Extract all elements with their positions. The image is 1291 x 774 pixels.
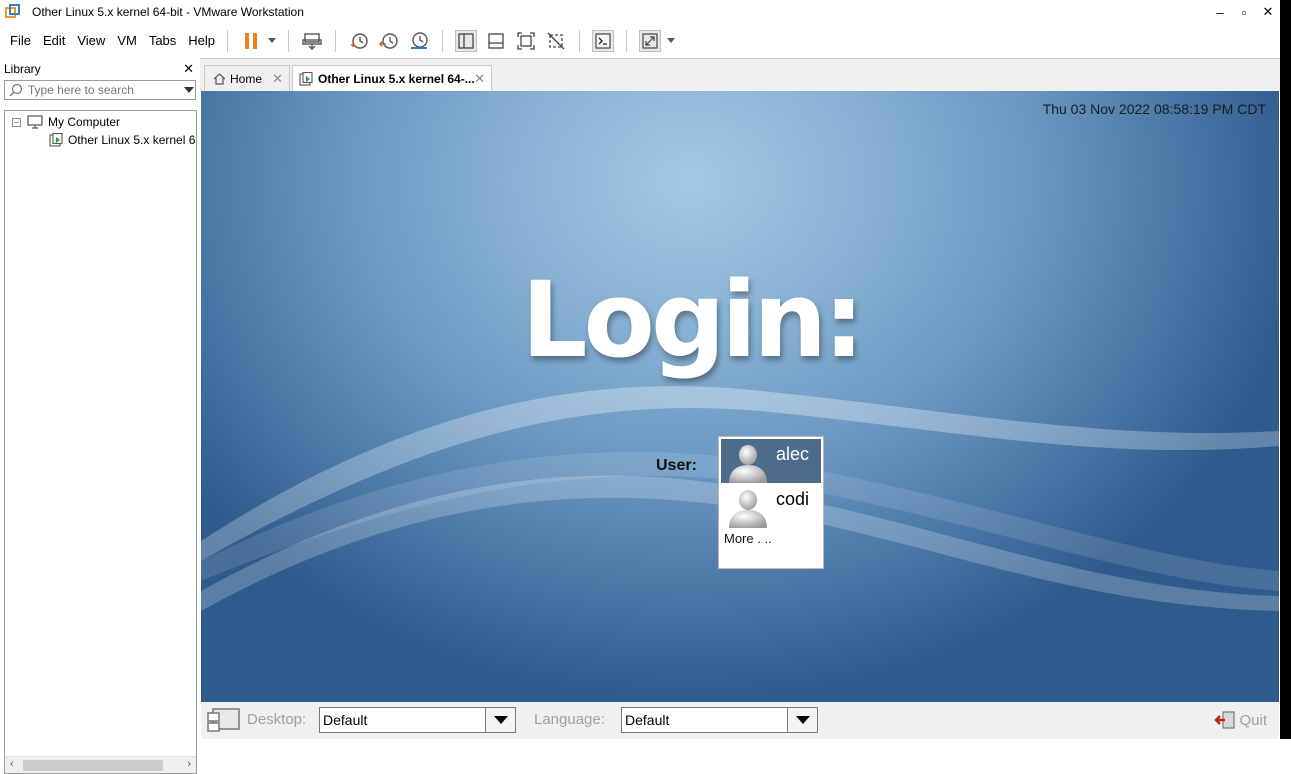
avatar-icon	[729, 445, 767, 483]
menu-file[interactable]: File	[0, 33, 37, 48]
library-search-input[interactable]	[27, 81, 183, 99]
tab-vm-label: Other Linux 5.x kernel 64-...	[318, 71, 475, 86]
user-item-codi[interactable]: codi	[721, 484, 821, 528]
computer-icon	[27, 115, 43, 129]
pause-icon[interactable]	[240, 30, 262, 52]
library-panel: Library ✕ − My Computer	[0, 58, 200, 774]
power-dropdown-icon[interactable]	[268, 38, 277, 43]
toolbar-separator	[626, 29, 628, 52]
desktop-dropdown-icon[interactable]	[485, 708, 515, 732]
take-snapshot-icon[interactable]	[348, 30, 370, 52]
desktop-label: Desktop:	[247, 711, 307, 728]
menu-vm[interactable]: VM	[111, 33, 143, 48]
scroll-left-icon[interactable]: ‹	[10, 758, 14, 770]
toolbar-separator	[442, 29, 444, 52]
home-icon	[213, 72, 226, 85]
library-tree: − My Computer Other Linux 5.x kernel 64-…	[4, 110, 197, 774]
language-label: Language:	[534, 711, 605, 728]
vm-running-icon	[299, 71, 313, 86]
window-title: Other Linux 5.x kernel 64-bit - VMware W…	[32, 5, 304, 19]
scrollbar-thumb[interactable]	[23, 760, 163, 771]
library-close-icon[interactable]: ✕	[183, 61, 194, 77]
background-swoosh	[201, 386, 1279, 611]
menu-help[interactable]: Help	[182, 33, 221, 48]
toolbar-separator	[335, 29, 337, 52]
tree-label-vm: Other Linux 5.x kernel 64-bit	[68, 133, 195, 147]
quit-icon	[1214, 711, 1236, 729]
screen-edge	[1280, 0, 1291, 739]
language-select[interactable]: Default	[621, 707, 818, 733]
unity-mode-icon[interactable]	[545, 30, 567, 52]
language-dropdown-icon[interactable]	[787, 708, 817, 732]
login-bottom-bar: Desktop: Default Language: Default Quit	[201, 702, 1279, 739]
vm-running-icon	[49, 133, 63, 147]
user-list[interactable]: alec codi More . ..	[718, 436, 824, 569]
toolbar-separator	[288, 29, 290, 52]
maximize-button[interactable]: ▫	[1232, 0, 1256, 24]
stretch-guest-icon[interactable]	[639, 29, 662, 52]
menu-tabs[interactable]: Tabs	[143, 33, 182, 48]
show-library-icon[interactable]	[455, 29, 478, 52]
stretch-dropdown-icon[interactable]	[667, 38, 676, 43]
vmware-logo-icon	[5, 4, 21, 20]
tab-home-close-icon[interactable]: ✕	[272, 71, 283, 87]
tab-home-label: Home	[230, 71, 263, 86]
tab-home[interactable]: Home ✕	[204, 65, 290, 91]
scroll-right-icon[interactable]: ›	[187, 758, 191, 770]
menu-edit[interactable]: Edit	[37, 33, 71, 48]
collapse-icon[interactable]: −	[12, 117, 21, 127]
library-search[interactable]	[4, 80, 196, 100]
library-horizontal-scrollbar[interactable]: ‹ ›	[5, 756, 196, 773]
toolbar-separator	[227, 29, 229, 52]
toolbar-separator	[579, 29, 581, 52]
title-bar: Other Linux 5.x kernel 64-bit - VMware W…	[0, 0, 1280, 24]
tree-label-my-computer: My Computer	[48, 115, 121, 129]
send-ctrl-alt-del-icon[interactable]	[301, 30, 323, 52]
desktop-session-icon	[207, 708, 240, 732]
more-users-item[interactable]: More . ..	[724, 530, 784, 547]
desktop-select-value: Default	[323, 712, 368, 728]
avatar-icon	[729, 490, 767, 528]
vmware-window: Other Linux 5.x kernel 64-bit - VMware W…	[0, 0, 1291, 774]
library-header: Library ✕	[0, 58, 200, 80]
show-thumbnail-bar-icon[interactable]	[485, 30, 507, 52]
library-title: Library	[4, 62, 41, 76]
tab-vm-close-icon[interactable]: ✕	[474, 71, 485, 87]
menu-toolbar: File Edit View VM Tabs Help	[0, 24, 1280, 57]
revert-snapshot-icon[interactable]	[378, 30, 400, 52]
login-heading: Login:	[521, 259, 864, 381]
user-name-alec: alec	[776, 444, 810, 464]
vm-display[interactable]: Thu 03 Nov 2022 08:58:19 PM CDT Login: U…	[201, 91, 1279, 702]
console-view-icon[interactable]	[592, 29, 615, 52]
user-name-codi: codi	[776, 489, 810, 509]
tab-vm[interactable]: Other Linux 5.x kernel 64-... ✕	[292, 65, 492, 91]
tree-item-my-computer[interactable]: − My Computer	[12, 115, 120, 129]
desktop-select[interactable]: Default	[319, 707, 516, 733]
quit-button[interactable]: Quit	[1214, 711, 1267, 729]
language-select-value: Default	[625, 712, 670, 728]
search-icon	[5, 83, 28, 97]
search-dropdown-icon[interactable]	[183, 87, 195, 93]
tree-item-vm[interactable]: Other Linux 5.x kernel 64-bit	[49, 133, 195, 147]
full-screen-icon[interactable]	[515, 30, 537, 52]
snapshot-manager-icon[interactable]	[408, 30, 430, 52]
user-item-alec[interactable]: alec	[721, 439, 821, 483]
menu-view[interactable]: View	[71, 33, 111, 48]
close-window-button[interactable]: ✕	[1256, 0, 1280, 24]
clock-text: Thu 03 Nov 2022 08:58:19 PM CDT	[1042, 101, 1266, 117]
minimize-button[interactable]: –	[1208, 0, 1232, 24]
quit-label: Quit	[1239, 711, 1267, 729]
user-label: User:	[656, 457, 697, 474]
tab-strip: Home ✕ Other Linux 5.x kernel 64-... ✕	[200, 58, 1280, 91]
